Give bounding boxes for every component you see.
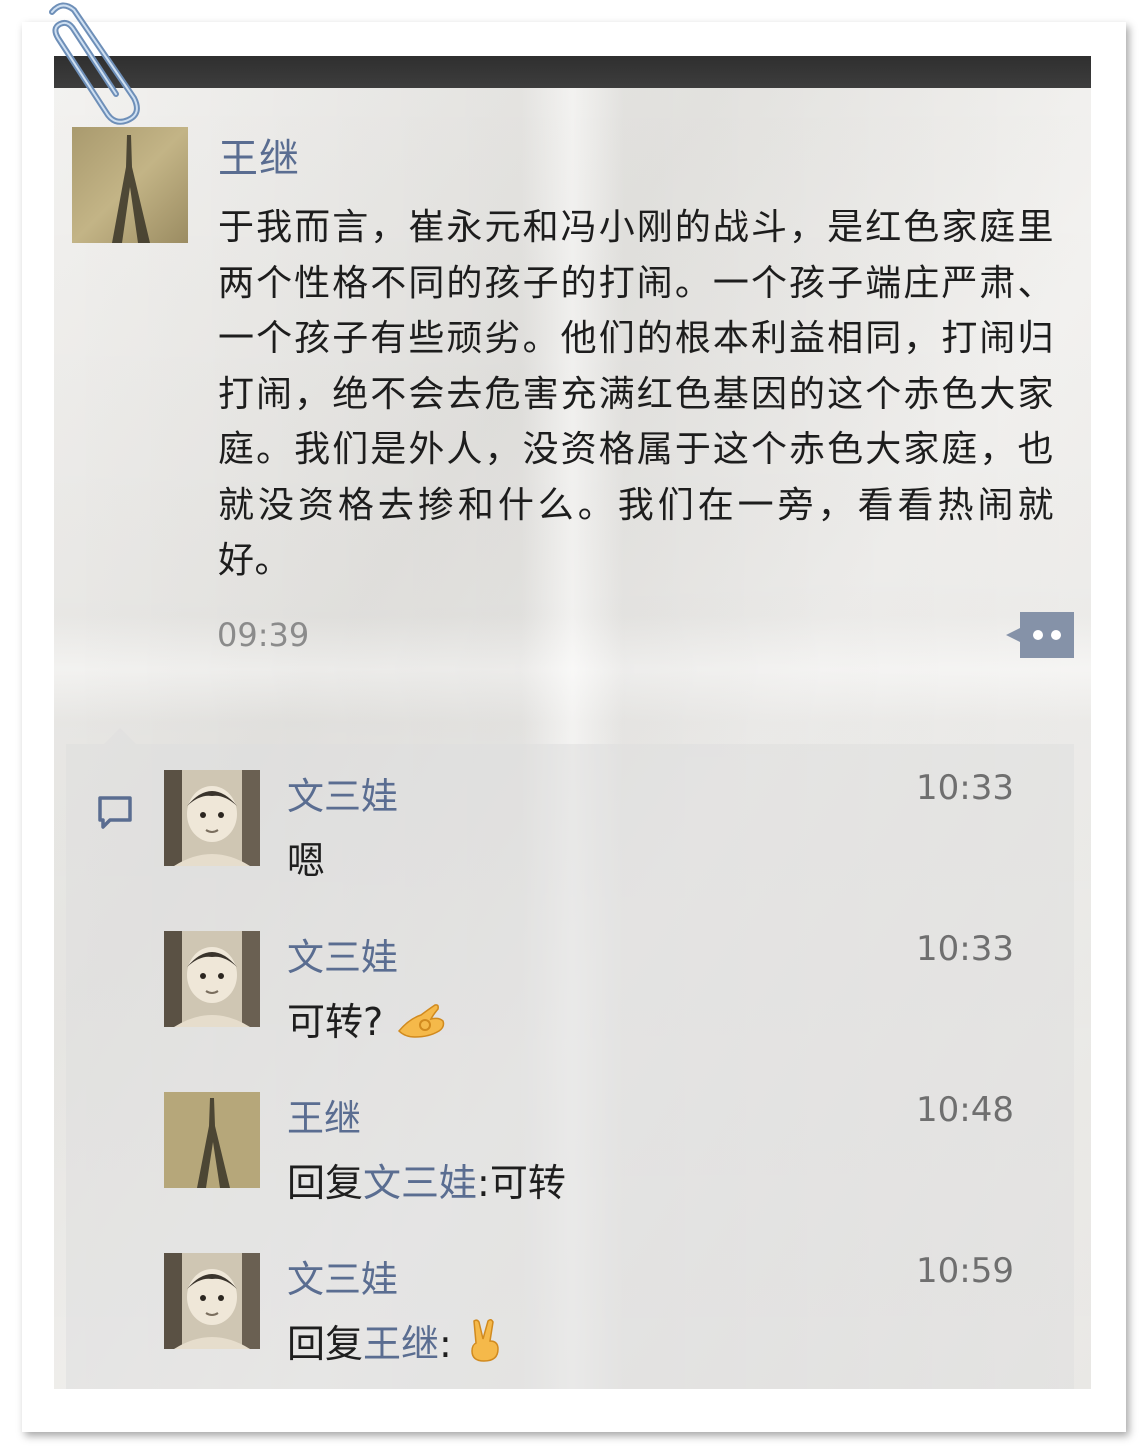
reply-prefix: 回复 (287, 1161, 364, 1205)
reply-target-name[interactable]: 王继 (363, 1322, 439, 1366)
moments-post-card: 王继 于我而言，崔永元和冯小刚的战斗，是红色家庭里两个性格不同的孩子的打闹。一个… (54, 56, 1091, 1389)
post-author-name[interactable]: 王继 (218, 126, 300, 184)
comments-pointer (104, 728, 136, 744)
post-text: 于我而言，崔永元和冯小刚的战斗，是红色家庭里两个性格不同的孩子的打闹。一个孩子端… (218, 207, 1054, 581)
comment-item[interactable]: 文三娃 10:33 嗯 (66, 744, 1074, 894)
more-dots-icon[interactable] (1006, 612, 1074, 658)
top-bar (54, 56, 1091, 88)
comment-author[interactable]: 文三娃 (287, 766, 398, 820)
comment-text-row: 回复王继: (287, 1313, 504, 1372)
comment-item[interactable]: 文三娃 10:33 可转? (66, 905, 1074, 1055)
comment-item[interactable]: 文三娃 10:59 回复王继: (66, 1227, 1074, 1377)
reply-text: :可转 (477, 1161, 566, 1205)
comment-text: 嗯 (287, 839, 326, 883)
avatar[interactable] (164, 1092, 260, 1188)
avatar[interactable] (164, 770, 260, 866)
victory-hand-emoji (464, 1317, 504, 1372)
comment-timestamp: 10:33 (916, 929, 1014, 969)
comment-author[interactable]: 文三娃 (287, 927, 398, 981)
comment-author[interactable]: 文三娃 (287, 1249, 398, 1303)
comments-section: 文三娃 10:33 嗯 文三娃 10:33 可转? 王继 10:48 回复文三娃… (66, 728, 1074, 1389)
comment-text: 可转? (287, 1000, 384, 1044)
avatar[interactable] (164, 931, 260, 1027)
paperclip-icon (30, 0, 140, 130)
comment-timestamp: 10:33 (916, 768, 1014, 808)
comment-timestamp: 10:48 (916, 1090, 1014, 1130)
comment-item[interactable]: 王继 10:48 回复文三娃:可转 (66, 1066, 1074, 1216)
avatar[interactable] (164, 1253, 260, 1349)
comment-author[interactable]: 王继 (287, 1088, 361, 1142)
comment-timestamp: 10:59 (916, 1251, 1014, 1291)
reply-text: : (439, 1322, 452, 1366)
post-timestamp: 09:39 (217, 616, 310, 654)
ok-hand-emoji (395, 1001, 447, 1050)
comment-text-row: 回复文三娃:可转 (287, 1152, 566, 1207)
reply-target-name[interactable]: 文三娃 (363, 1161, 477, 1205)
reply-prefix: 回复 (287, 1322, 364, 1366)
avatar[interactable] (72, 127, 188, 243)
comment-text-row: 可转? (287, 991, 447, 1050)
